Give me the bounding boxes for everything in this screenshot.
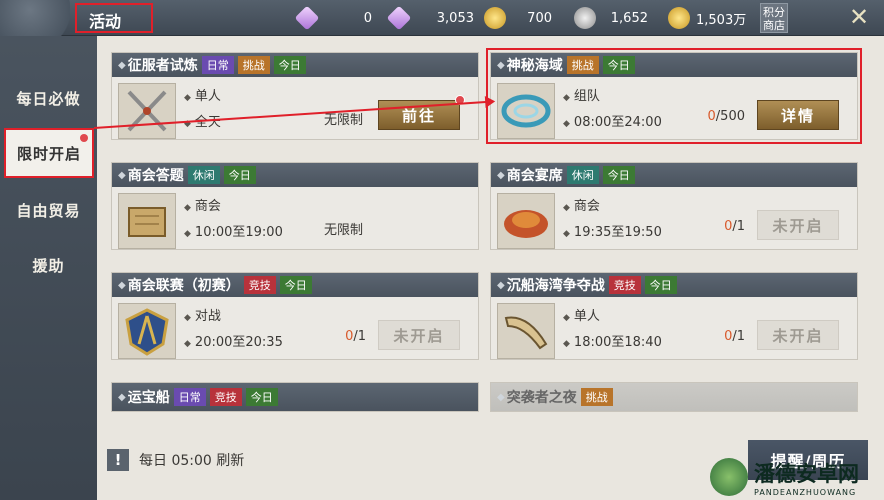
close-icon[interactable]: ✕ [847,5,871,29]
tag: 挑战 [580,388,613,406]
currency-silver[interactable]: 1,652 [574,6,648,30]
count-text: 0/500 [707,109,745,124]
tag: 休闲 [187,166,220,184]
limit-text: 无限制 [324,223,364,238]
tag: 挑战 [237,56,270,74]
tag: 挑战 [566,56,599,74]
tag: 今日 [602,166,635,184]
tag: 日常 [201,56,234,74]
card-title: 沉船海湾争夺战 [506,278,605,294]
tag: 竞技 [608,276,641,294]
sidebar-item-aid[interactable]: 援助 [0,243,97,287]
refresh-notice: ! 每日 05:00 刷新 [107,440,737,480]
tag: 今日 [279,276,312,294]
activity-card[interactable]: ◆ 征服者试炼 日常 挑战 今日 ◆ 单人 ◆ 全天 无限制 前往 [111,52,479,140]
activity-card[interactable]: ◆ 神秘海域 挑战 今日 ◆ 组队 ◆ 08:00至24:00 0/500 详情 [486,48,862,144]
card-title: 商会答题 [127,168,184,184]
points-shop-button[interactable]: 积分 商店 [760,3,788,33]
card-title: 商会联赛（初赛） [127,278,240,294]
currency-diamond[interactable]: 0 [294,5,372,31]
activity-card[interactable]: ◆ 运宝船 日常 竞技 今日 [111,382,479,412]
not-open-button[interactable]: 未开启 [378,320,460,350]
sidebar-item-daily[interactable]: 每日必做 [0,76,97,120]
exclamation-icon: ! [107,449,129,471]
diamond-plus-icon [294,5,320,31]
silver-coin-plus-icon [574,7,596,29]
tag: 竞技 [243,276,276,294]
count-text: 0/1 [724,219,745,234]
tag: 今日 [273,56,306,74]
roast-meat-icon [497,193,555,249]
activity-card[interactable]: ◆ 突袭者之夜 挑战 [490,382,858,412]
details-button[interactable]: 详情 [757,100,839,130]
card-title: 神秘海域 [506,58,563,74]
tag: 日常 [173,388,206,406]
sidebar-item-free-trade[interactable]: 自由贸易 [0,188,97,232]
page-title: 活动 [75,3,153,33]
gold-coin-plus-icon [484,7,506,29]
activity-card[interactable]: ◆ 商会宴席 休闲 今日 ◆ 商会 ◆ 19:35至19:50 0/1 未开启 [490,162,858,250]
activity-card[interactable]: ◆ 商会答题 休闲 今日 ◆ 商会 ◆ 10:00至19:00 无限制 [111,162,479,250]
watermark-logo-icon [710,458,748,496]
currency-gold-ingot[interactable]: 1,503万 [668,6,746,30]
tag: 今日 [602,56,635,74]
count-text: 0/1 [345,329,366,344]
tag: 今日 [245,388,278,406]
horn-icon [497,303,555,359]
whirlpool-icon [497,83,555,139]
watermark: 潘德安卓网 PANDEANZHUOWANG [710,456,880,498]
crossed-swords-icon [118,83,176,139]
bound-diamond-icon [386,5,412,31]
tag: 今日 [644,276,677,294]
sidebar: 每日必做 限时开启 自由贸易 援助 [0,36,97,500]
sidebar-item-limited-time[interactable]: 限时开启 [4,128,94,178]
activity-card[interactable]: ◆ 商会联赛（初赛） 竞技 今日 ◆ 对战 ◆ 20:00至20:35 0/1 未开启 [111,272,479,360]
tag: 今日 [223,166,256,184]
activity-card[interactable]: ◆ 沉船海湾争夺战 竞技 今日 ◆ 单人 ◆ 18:00至18:40 0/1 未开启 [490,272,858,360]
card-title: 运宝船 [127,390,170,406]
notification-dot [80,134,88,142]
tag: 休闲 [566,166,599,184]
scroll-icon [118,193,176,249]
card-title: 突袭者之夜 [506,390,577,406]
tag: 竞技 [209,388,242,406]
currency-bound-diamond[interactable]: 3,053 [386,5,474,31]
emblem-icon [0,0,70,36]
league-crest-icon [118,303,176,359]
gold-ingot-icon [668,7,690,29]
count-text: 0/1 [724,329,745,344]
top-bar: 活动 0 3,053 700 1,652 1,503万 积分 商店 ✕ [0,0,884,36]
not-open-button[interactable]: 未开启 [757,320,839,350]
card-title: 商会宴席 [506,168,563,184]
card-title: 征服者试炼 [127,58,198,74]
not-open-button[interactable]: 未开启 [757,210,839,240]
currency-gold[interactable]: 700 [484,6,552,30]
